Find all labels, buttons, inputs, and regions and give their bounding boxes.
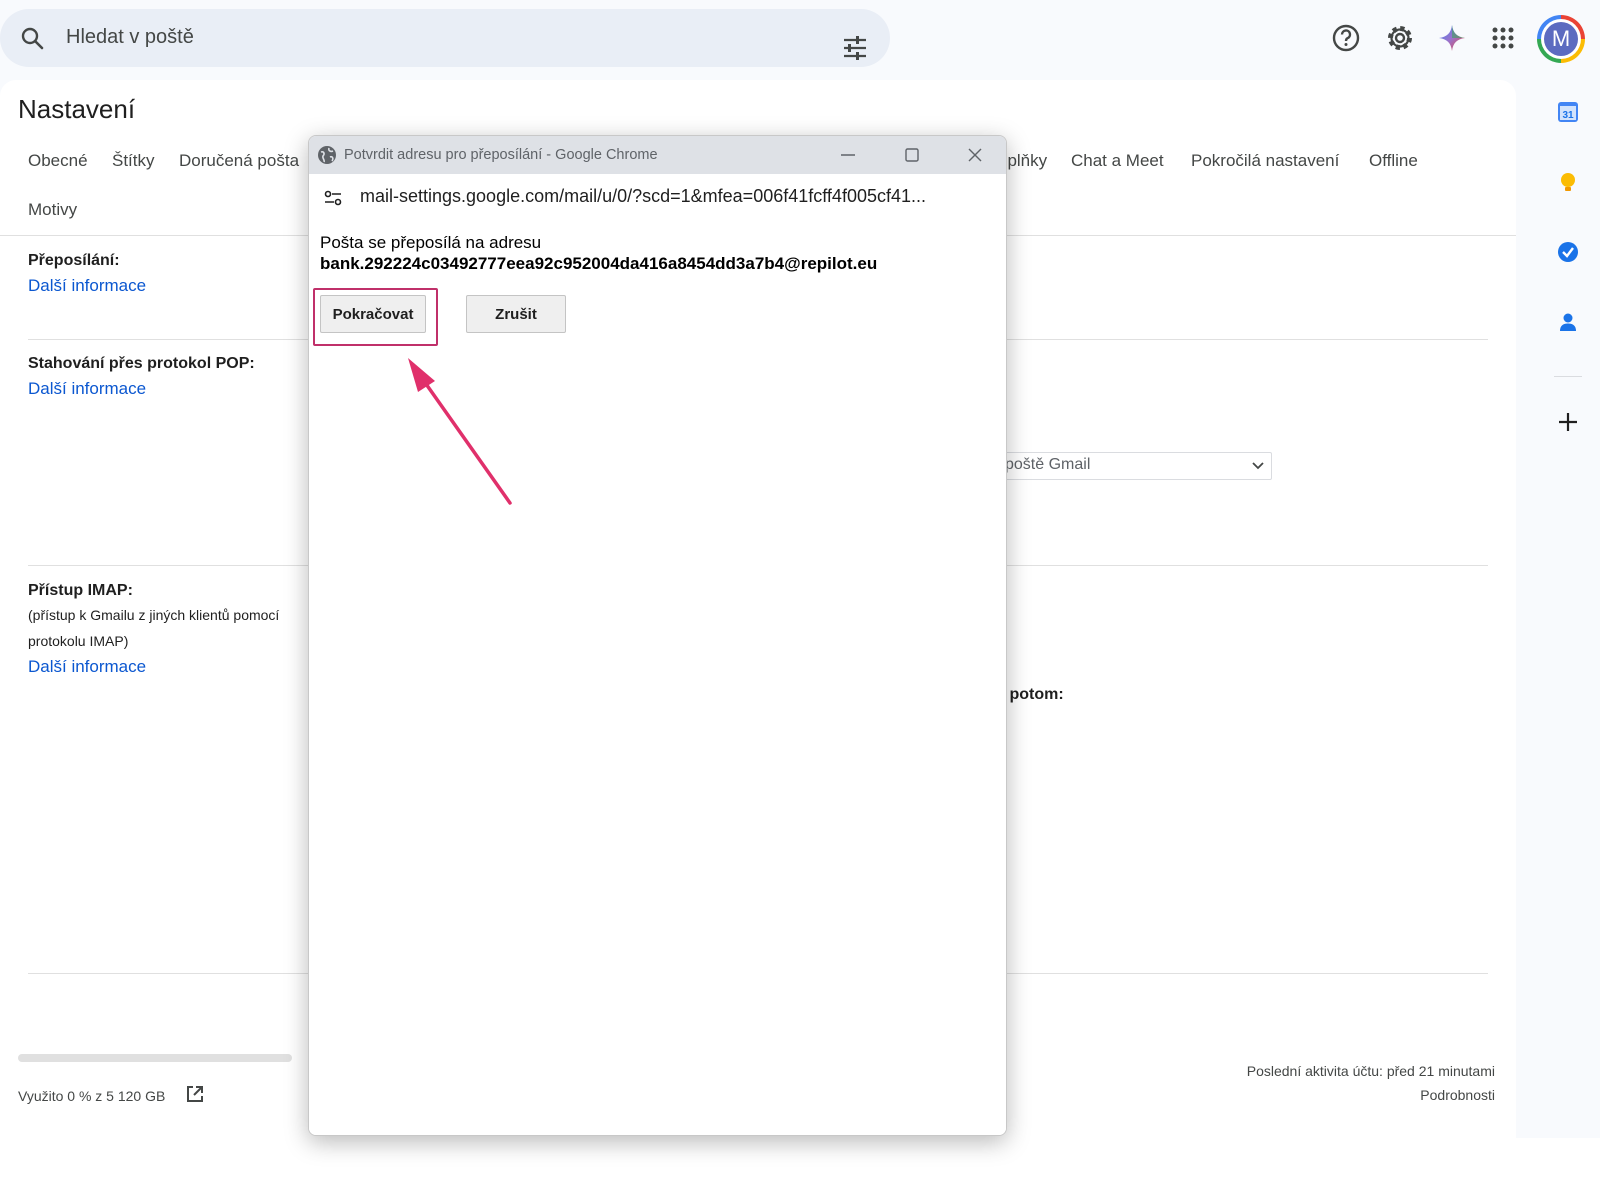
address-bar[interactable]: mail-settings.google.com/mail/u/0/?scd=1… xyxy=(309,174,1006,221)
avatar-initial: M xyxy=(1544,22,1578,56)
contacts-icon[interactable] xyxy=(1556,310,1580,334)
globe-icon xyxy=(318,146,336,164)
last-activity-text: Poslední aktivita účtu: před 21 minutami xyxy=(1246,1063,1495,1079)
calendar-icon[interactable]: 31 xyxy=(1556,100,1580,124)
window-title: Potvrdit adresu pro přeposílání - Google… xyxy=(344,147,658,163)
tab-labels[interactable]: Štítky xyxy=(112,151,155,171)
forwarding-message: Pošta se přeposílá na adresu xyxy=(320,233,542,252)
imap-description-line2: protokolu IMAP) xyxy=(28,633,129,649)
details-link[interactable]: Podrobnosti xyxy=(1420,1087,1495,1103)
open-external-icon[interactable] xyxy=(185,1084,205,1104)
apps-grid-icon[interactable] xyxy=(1488,23,1518,53)
gemini-icon[interactable] xyxy=(1437,23,1467,53)
gear-icon[interactable] xyxy=(1385,23,1415,53)
side-panel-divider xyxy=(1554,376,1582,377)
minimize-icon[interactable] xyxy=(839,146,857,164)
tab-inbox[interactable]: Doručená pošta xyxy=(179,151,299,171)
close-icon[interactable] xyxy=(966,146,984,164)
tasks-icon[interactable] xyxy=(1556,240,1580,264)
forwarding-confirm-window: Potvrdit adresu pro přeposílání - Google… xyxy=(308,135,1007,1136)
calendar-day: 31 xyxy=(1562,110,1574,121)
storage-usage-bar xyxy=(18,1054,292,1062)
help-icon[interactable] xyxy=(1331,23,1361,53)
window-titlebar[interactable]: Potvrdit adresu pro přeposílání - Google… xyxy=(309,136,1006,174)
pop-action-select-value: poště Gmail xyxy=(1005,456,1091,473)
cancel-button[interactable]: Zrušit xyxy=(466,295,566,333)
search-options-icon[interactable] xyxy=(842,35,868,61)
tab-themes[interactable]: Motivy xyxy=(28,200,77,220)
imap-label: Přístup IMAP: xyxy=(28,582,133,599)
address-bar-url[interactable]: mail-settings.google.com/mail/u/0/?scd=1… xyxy=(360,186,926,207)
maximize-icon[interactable] xyxy=(903,146,921,164)
continue-button[interactable]: Pokračovat xyxy=(320,295,426,333)
storage-usage-text: Využito 0 % z 5 120 GB xyxy=(18,1088,166,1104)
imap-learn-more-link[interactable]: Další informace xyxy=(28,657,146,677)
dialog-content: Pošta se přeposílá na adresu bank.292224… xyxy=(309,220,1006,1135)
account-avatar[interactable]: M xyxy=(1537,15,1585,63)
search-bar[interactable]: Hledat v poště xyxy=(0,9,890,67)
search-icon[interactable] xyxy=(20,26,44,50)
page-title: Nastavení xyxy=(18,94,136,124)
tab-chat-meet[interactable]: Chat a Meet xyxy=(1071,151,1164,171)
forwarding-learn-more-link[interactable]: Další informace xyxy=(28,276,146,296)
pop-label: Stahování přes protokol POP: xyxy=(28,355,255,372)
search-input[interactable]: Hledat v poště xyxy=(66,26,194,49)
site-info-icon[interactable] xyxy=(323,188,343,208)
forwarding-label: Přeposílání: xyxy=(28,252,120,269)
pop-action-select[interactable]: poště Gmail xyxy=(1004,452,1272,480)
pop-learn-more-link[interactable]: Další informace xyxy=(28,379,146,399)
forwarding-address: bank.292224c03492777eea92c952004da416a84… xyxy=(320,254,878,273)
chevron-down-icon xyxy=(1252,462,1264,470)
tab-offline[interactable]: Offline xyxy=(1369,151,1418,171)
side-panel: 31 xyxy=(1536,90,1600,1138)
add-icon[interactable] xyxy=(1556,410,1580,434)
tab-general[interactable]: Obecné xyxy=(28,151,88,171)
keep-icon[interactable] xyxy=(1556,170,1580,194)
tab-advanced[interactable]: Pokročilá nastavení xyxy=(1191,151,1339,171)
imap-description-line1: (přístup k Gmailu z jiných klientů pomoc… xyxy=(28,607,280,623)
